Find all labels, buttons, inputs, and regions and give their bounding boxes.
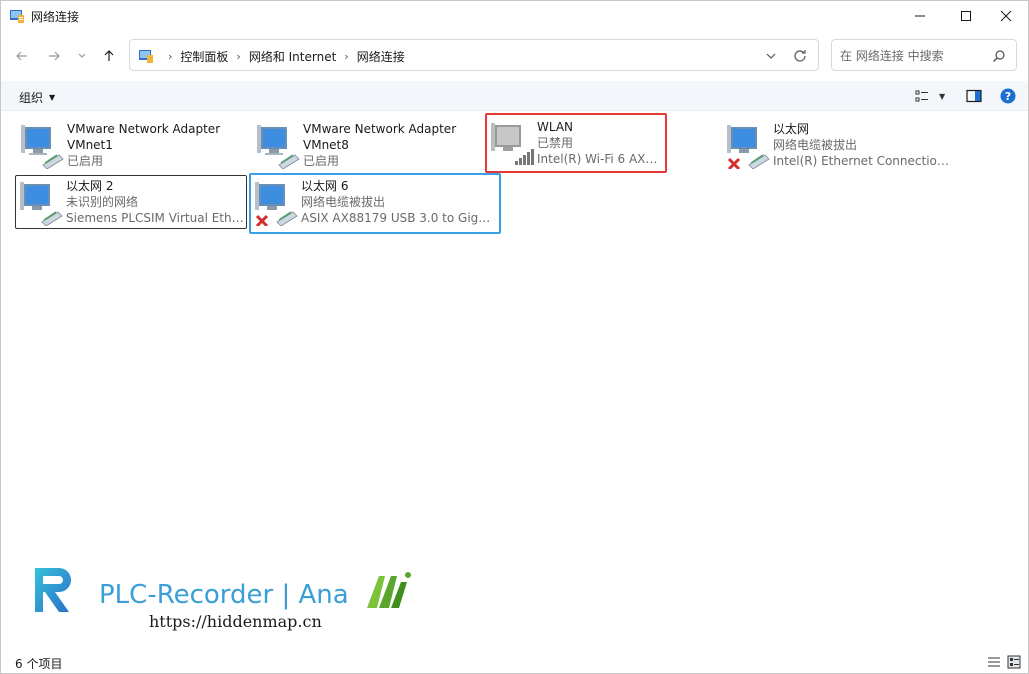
watermark: PLC-Recorder | Ana https://hiddenmap.cn [31, 566, 431, 636]
connection-device: Intel(R) Wi-Fi 6 AX203 [537, 152, 665, 166]
breadcrumb-separator[interactable]: › [236, 50, 240, 63]
chevron-down-icon [78, 53, 86, 58]
plc-recorder-logo-icon [35, 568, 71, 612]
caret-down-icon: ▼ [939, 91, 946, 101]
connection-status: 网络电缆被拔出 [301, 195, 386, 209]
back-button[interactable] [10, 44, 34, 68]
status-bar: 6 个项目 [1, 649, 1028, 673]
search-input[interactable] [840, 47, 990, 65]
view-options-icon [915, 90, 928, 102]
network-adapter-icon [257, 125, 300, 169]
connection-name: 以太网 [773, 122, 810, 136]
caret-down-icon: ▼ [49, 93, 56, 102]
connection-status: VMnet1 [67, 138, 113, 152]
forward-button[interactable] [42, 44, 66, 68]
breadcrumb-separator: › [168, 50, 173, 63]
connection-item-vmnet8[interactable]: VMware Network Adapter VMnet8 已启用 [251, 115, 483, 173]
refresh-icon[interactable] [792, 48, 808, 64]
watermark-brand: PLC-Recorder | Ana [99, 580, 349, 610]
connection-device: Siemens PLCSIM Virtual Ethern... [66, 211, 246, 225]
connection-item-ethernet-2[interactable]: 以太网 2 未识别的网络 Siemens PLCSIM Virtual Ethe… [15, 175, 247, 229]
wifi-adapter-icon [491, 123, 534, 165]
watermark-url: https://hiddenmap.cn [149, 612, 322, 631]
connection-status: 未识别的网络 [66, 195, 139, 209]
item-count: 6 个项目 [15, 657, 63, 671]
network-adapter-icon [21, 125, 64, 169]
change-view-button[interactable]: ▼ [915, 88, 945, 104]
breadcrumb-separator[interactable]: › [344, 50, 348, 63]
preview-pane-button[interactable] [966, 88, 982, 104]
breadcrumb-network-connections[interactable]: 网络连接 [357, 48, 405, 65]
address-bar[interactable]: › 控制面板 › 网络和 Internet › 网络连接 [129, 39, 819, 71]
connection-item-wlan[interactable]: WLAN 已禁用 Intel(R) Wi-Fi 6 AX203 [485, 113, 667, 173]
connection-name: 以太网 6 [301, 179, 349, 193]
connection-name: WLAN [537, 120, 574, 134]
minimize-icon [915, 15, 925, 17]
up-button[interactable] [97, 44, 121, 68]
connections-view: VMware Network Adapter VMnet1 已启用 VMware… [1, 111, 1028, 649]
preview-pane-icon [966, 89, 982, 103]
window-title: 网络连接 [31, 10, 80, 24]
command-bar: 组织 ▼ ▼ ? [1, 81, 1028, 111]
minimize-button[interactable] [897, 1, 943, 31]
connection-status: VMnet8 [303, 138, 349, 152]
ai-logo-icon [367, 572, 411, 608]
svg-text:?: ? [1005, 90, 1011, 103]
connection-device: 已启用 [67, 154, 104, 168]
connection-status: 网络电缆被拔出 [773, 138, 858, 152]
connection-name: VMware Network Adapter [67, 122, 221, 136]
close-icon [1000, 10, 1012, 22]
organize-menu-button[interactable]: 组织 ▼ [19, 89, 55, 106]
network-adapter-icon [20, 182, 63, 226]
help-button[interactable]: ? [1000, 88, 1016, 104]
control-panel-icon [10, 10, 24, 23]
explorer-window: 网络连接 › 控制面板 › 网络和 Internet › 网络连接 在 网络连接… [0, 0, 1029, 674]
search-box[interactable] [831, 39, 1017, 71]
breadcrumb: › 控制面板 › 网络和 Internet › 网络连接 [160, 48, 405, 65]
connection-device: ASIX AX88179 USB 3.0 to Giga... [301, 211, 491, 225]
control-panel-icon [139, 50, 153, 63]
tiles-view-icon[interactable] [1007, 655, 1021, 669]
maximize-icon [961, 11, 971, 21]
connection-name: 以太网 2 [66, 179, 114, 193]
arrow-up-icon [104, 50, 114, 61]
connection-item-ethernet-6[interactable]: 以太网 6 网络电缆被拔出 ASIX AX88179 USB 3.0 to Gi… [249, 173, 501, 234]
navigation-row: › 控制面板 › 网络和 Internet › 网络连接 [1, 31, 1028, 81]
arrow-left-icon [16, 51, 27, 61]
connection-device: 已启用 [303, 154, 340, 168]
title-bar: 网络连接 [1, 1, 1028, 31]
details-view-icon[interactable] [987, 655, 1001, 669]
help-icon: ? [1000, 88, 1016, 104]
network-adapter-icon [727, 125, 770, 169]
network-adapter-icon [255, 182, 298, 226]
connection-item-vmnet1[interactable]: VMware Network Adapter VMnet1 已启用 [15, 115, 247, 173]
connection-device: Intel(R) Ethernet Connection (2... [773, 154, 953, 168]
connection-name: VMware Network Adapter [303, 122, 457, 136]
connection-item-ethernet[interactable]: 以太网 网络电缆被拔出 Intel(R) Ethernet Connection… [721, 115, 953, 173]
chevron-down-icon[interactable] [764, 49, 778, 63]
breadcrumb-network-internet[interactable]: 网络和 Internet [249, 48, 336, 65]
connection-status: 已禁用 [537, 136, 574, 150]
recent-locations-button[interactable] [70, 44, 94, 68]
organize-label: 组织 [19, 91, 44, 105]
close-button[interactable] [983, 1, 1029, 31]
search-icon [993, 50, 1005, 62]
breadcrumb-control-panel[interactable]: 控制面板 [180, 48, 228, 65]
arrow-right-icon [49, 51, 60, 61]
